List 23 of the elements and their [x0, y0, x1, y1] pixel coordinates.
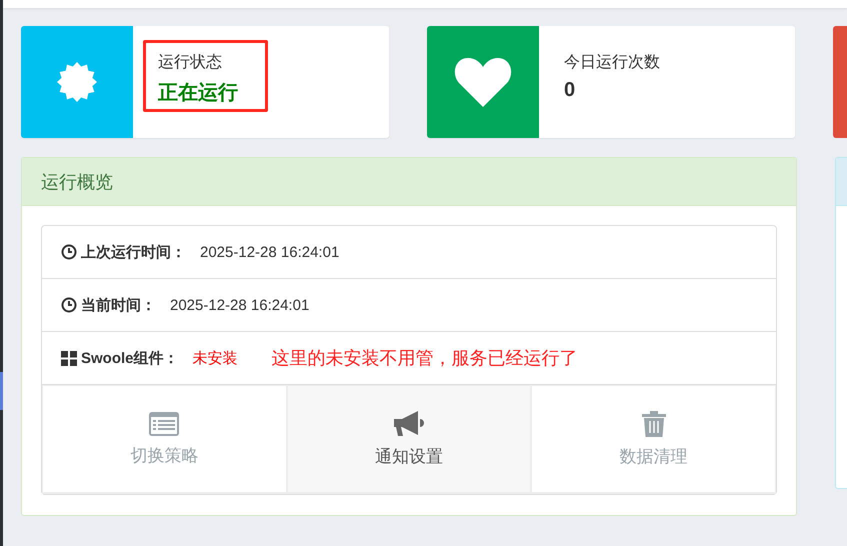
grid-icon — [61, 350, 77, 366]
info-value: 未安装 — [192, 348, 238, 368]
trash-icon — [642, 410, 666, 436]
annotation-note: 这里的未安装不用管，服务已经运行了 — [272, 347, 578, 370]
info-value: 2025-12-28 16:24:01 — [200, 244, 340, 260]
list-icon — [149, 412, 180, 436]
stat-value: 正在运行 — [158, 81, 238, 106]
stat-value: 0 — [564, 79, 576, 102]
action-button[interactable]: 通知设置 — [288, 386, 530, 492]
action-button[interactable]: 数据清理 — [532, 386, 775, 492]
stat-label: 运行状态 — [158, 52, 223, 73]
badge-icon — [57, 62, 97, 102]
clock-icon — [61, 244, 77, 260]
stat-label: 今日运行次数 — [564, 53, 660, 73]
info-value: 2025-12-28 16:24:01 — [170, 296, 310, 314]
info-label: 当前时间： — [81, 296, 156, 314]
info-label: Swoole组件： — [81, 348, 179, 368]
info-label: 上次运行时间： — [81, 242, 186, 262]
action-button[interactable]: 切换策略 — [43, 386, 286, 492]
panel-title: 运行概览 — [41, 170, 113, 194]
megaphone-icon — [394, 410, 424, 436]
heart-icon — [454, 57, 512, 107]
clock-icon — [61, 297, 77, 313]
